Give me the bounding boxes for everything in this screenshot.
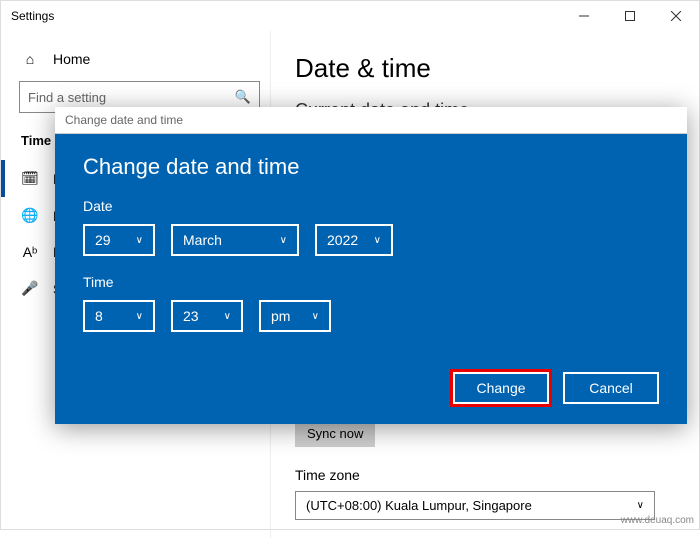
maximize-button[interactable] <box>607 1 653 31</box>
time-label: Time <box>83 274 659 290</box>
ampm-select[interactable]: pm ∨ <box>259 300 331 332</box>
home-link[interactable]: ⌂ Home <box>19 45 260 81</box>
language-icon: Aᵇ <box>21 244 39 260</box>
chevron-down-icon: ∨ <box>374 235 381 246</box>
time-selects: 8 ∨ 23 ∨ pm ∨ <box>83 300 659 332</box>
year-value: 2022 <box>327 232 358 248</box>
close-button[interactable] <box>653 1 699 31</box>
minimize-button[interactable] <box>561 1 607 31</box>
home-label: Home <box>53 51 90 67</box>
chevron-down-icon: ∨ <box>136 235 143 246</box>
day-select[interactable]: 29 ∨ <box>83 224 155 256</box>
window-controls <box>561 1 699 31</box>
mic-icon: 🎤 <box>21 280 39 297</box>
day-value: 29 <box>95 232 111 248</box>
watermark: www.deuaq.com <box>621 515 694 526</box>
sync-now-button[interactable]: Sync now <box>295 420 375 447</box>
calendar-icon: 🗓 <box>21 170 39 187</box>
chevron-down-icon: ∨ <box>280 235 287 246</box>
home-icon: ⌂ <box>21 51 39 67</box>
dialog-titlebar: Change date and time <box>55 107 687 134</box>
page-title: Date & time <box>295 53 675 84</box>
dialog-heading: Change date and time <box>83 154 659 180</box>
month-select[interactable]: March ∨ <box>171 224 299 256</box>
chevron-down-icon: ∨ <box>224 311 231 322</box>
dialog-buttons: Change Cancel <box>83 372 659 404</box>
minute-value: 23 <box>183 308 199 324</box>
date-selects: 29 ∨ March ∨ 2022 ∨ <box>83 224 659 256</box>
search-icon: 🔍 <box>235 89 251 105</box>
timezone-value: (UTC+08:00) Kuala Lumpur, Singapore <box>306 498 532 513</box>
titlebar: Settings <box>1 1 699 31</box>
chevron-down-icon: ∨ <box>637 500 644 511</box>
change-button[interactable]: Change <box>453 372 549 404</box>
timezone-select[interactable]: (UTC+08:00) Kuala Lumpur, Singapore ∨ <box>295 491 655 520</box>
change-date-time-dialog: Change date and time Change date and tim… <box>55 107 687 424</box>
minute-select[interactable]: 23 ∨ <box>171 300 243 332</box>
ampm-value: pm <box>271 308 290 324</box>
globe-icon: 🌐 <box>21 207 39 224</box>
dialog-body: Change date and time Date 29 ∨ March ∨ 2… <box>55 134 687 424</box>
chevron-down-icon: ∨ <box>136 311 143 322</box>
hour-select[interactable]: 8 ∨ <box>83 300 155 332</box>
timezone-label: Time zone <box>295 467 675 483</box>
hour-value: 8 <box>95 308 103 324</box>
window-title: Settings <box>11 9 54 23</box>
chevron-down-icon: ∨ <box>312 311 319 322</box>
year-select[interactable]: 2022 ∨ <box>315 224 393 256</box>
date-label: Date <box>83 198 659 214</box>
month-value: March <box>183 232 222 248</box>
cancel-button[interactable]: Cancel <box>563 372 659 404</box>
search-placeholder: Find a setting <box>28 90 106 105</box>
